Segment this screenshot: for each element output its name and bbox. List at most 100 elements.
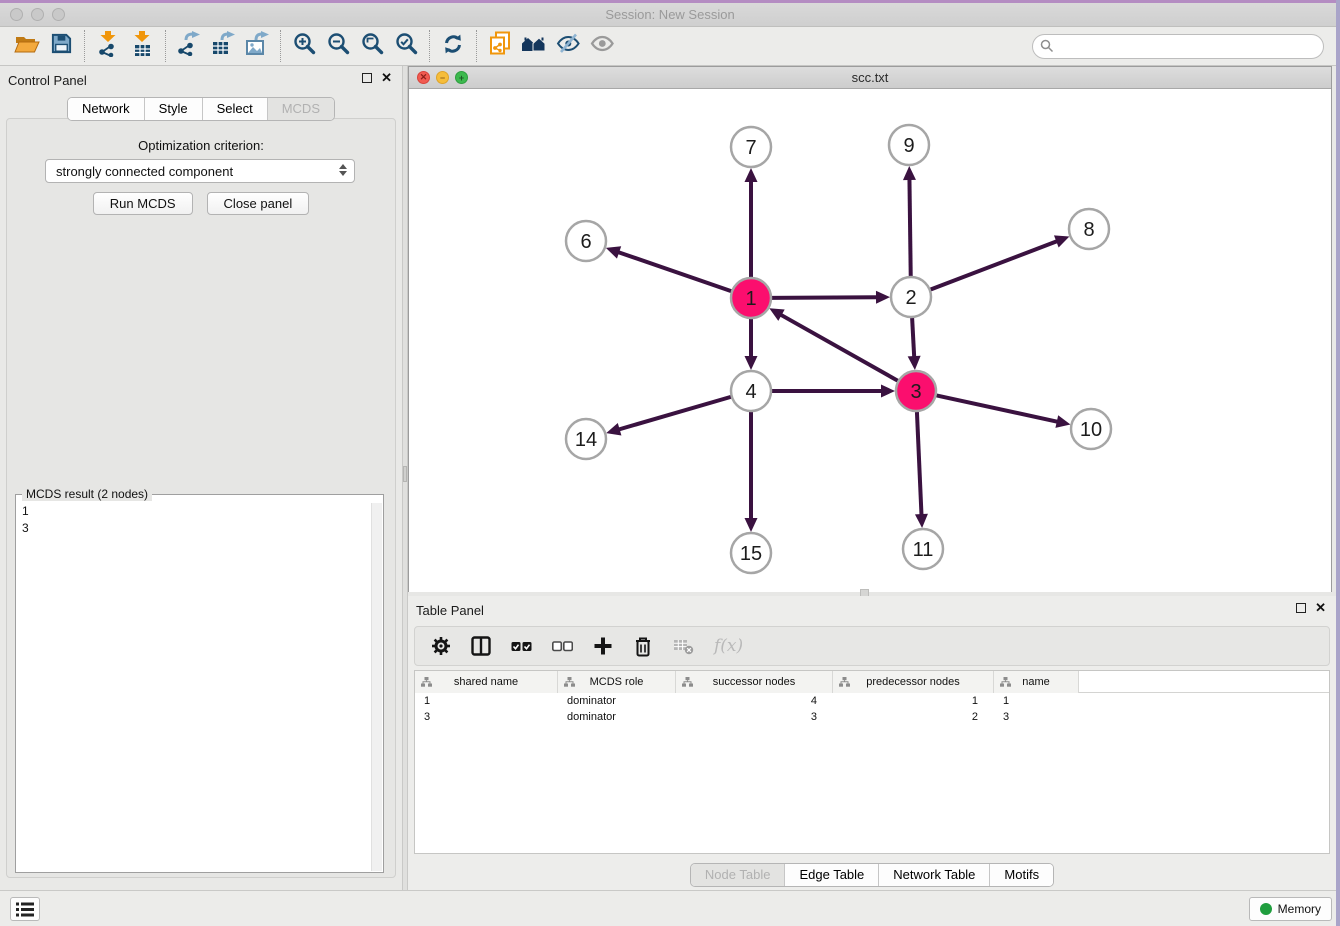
svg-text:6: 6 — [580, 231, 591, 253]
show-all-button[interactable] — [585, 31, 619, 61]
graph-node-1[interactable]: 1 — [731, 278, 771, 318]
add-column-button[interactable] — [593, 636, 613, 656]
mcds-result-value: 1 — [17, 503, 382, 520]
tab-network[interactable]: Network — [68, 98, 144, 120]
plus-icon — [593, 636, 613, 656]
close-panel-button[interactable]: Close panel — [207, 192, 310, 215]
export-table-button[interactable] — [206, 31, 240, 61]
graph-edge-1-6[interactable] — [618, 252, 731, 291]
graph-edge-3-10[interactable] — [937, 395, 1058, 421]
float-panel-icon[interactable] — [362, 73, 372, 83]
graph-node-3[interactable]: 3 — [896, 371, 936, 411]
graph-edge-2-8[interactable] — [931, 241, 1058, 289]
delete-column-button[interactable] — [633, 636, 653, 657]
svg-text:1: 1 — [745, 288, 756, 310]
graph-node-4[interactable]: 4 — [731, 371, 771, 411]
session-title: Session: New Session — [0, 7, 1340, 22]
zoom-out-button[interactable] — [321, 31, 355, 61]
graph-node-6[interactable]: 6 — [566, 221, 606, 261]
tab-network-table[interactable]: Network Table — [878, 864, 989, 886]
graph-node-2[interactable]: 2 — [891, 277, 931, 317]
table-cell[interactable]: 1 — [833, 693, 994, 709]
memory-label: Memory — [1278, 902, 1321, 916]
graph-edge-2-3[interactable] — [912, 318, 914, 357]
tab-motifs[interactable]: Motifs — [989, 864, 1053, 886]
graph-node-10[interactable]: 10 — [1071, 409, 1111, 449]
graph-edge-2-9[interactable] — [909, 179, 910, 276]
float-panel-icon[interactable] — [1296, 603, 1306, 613]
delete-table-button[interactable] — [673, 637, 694, 655]
table-settings-button[interactable] — [431, 636, 451, 656]
graph-edge-4-14[interactable] — [619, 397, 731, 430]
function-builder-button[interactable]: f(x) — [714, 636, 743, 656]
table-row[interactable]: 1dominator411 — [415, 693, 1329, 709]
hide-selected-button[interactable] — [551, 31, 585, 61]
graph-node-8[interactable]: 8 — [1069, 209, 1109, 249]
tab-select[interactable]: Select — [202, 98, 267, 120]
network-window-titlebar[interactable]: ✕ − + scc.txt — [409, 67, 1331, 89]
graph-node-9[interactable]: 9 — [889, 125, 929, 165]
import-network-button[interactable] — [91, 31, 125, 61]
table-cell[interactable]: 1 — [415, 693, 558, 709]
table-cell[interactable]: 3 — [994, 709, 1079, 725]
export-image-button[interactable] — [240, 31, 274, 61]
memory-button[interactable]: Memory — [1249, 897, 1332, 921]
network-window: ✕ − + scc.txt 7 9 6 8 1 2 4 3 14 10 15 11 — [408, 66, 1332, 593]
column-visibility-button[interactable] — [471, 636, 491, 656]
clone-network-button[interactable] — [483, 31, 517, 61]
table-cell[interactable]: dominator — [558, 709, 676, 725]
first-neighbors-button[interactable] — [517, 31, 551, 61]
export-network-button[interactable] — [172, 31, 206, 61]
graph-node-14[interactable]: 14 — [566, 419, 606, 459]
zoom-selected-button[interactable] — [389, 31, 423, 61]
run-mcds-button[interactable]: Run MCDS — [93, 192, 193, 215]
column-header-predecessor-nodes[interactable]: predecessor nodes — [833, 671, 994, 693]
tab-mcds[interactable]: MCDS — [267, 98, 334, 120]
zoom-in-button[interactable] — [287, 31, 321, 61]
search-box — [1032, 34, 1324, 59]
splitter-grip[interactable] — [403, 466, 407, 482]
save-floppy-icon — [50, 32, 73, 60]
table-cell[interactable]: 1 — [994, 693, 1079, 709]
refresh-button[interactable] — [436, 31, 470, 61]
graph-edge-3-1[interactable] — [781, 315, 898, 381]
table-cell[interactable]: 2 — [833, 709, 994, 725]
graph-edge-1-2[interactable] — [772, 297, 877, 298]
table-cell[interactable]: 3 — [676, 709, 833, 725]
tab-style[interactable]: Style — [144, 98, 202, 120]
close-panel-icon[interactable]: ✕ — [381, 73, 392, 83]
graph-node-11[interactable]: 11 — [903, 529, 943, 569]
result-scrollbar[interactable] — [371, 503, 382, 871]
column-header-shared-name[interactable]: shared name — [415, 671, 558, 693]
tab-node-table[interactable]: Node Table — [691, 864, 785, 886]
deselect-all-button[interactable] — [552, 637, 573, 656]
column-header-name[interactable]: name — [994, 671, 1079, 693]
graph-node-7[interactable]: 7 — [731, 127, 771, 167]
close-panel-icon[interactable]: ✕ — [1315, 603, 1326, 613]
save-session-button[interactable] — [44, 31, 78, 61]
import-table-button[interactable] — [125, 31, 159, 61]
table-cell[interactable]: dominator — [558, 693, 676, 709]
table-cell[interactable]: 3 — [415, 709, 558, 725]
graph-edge-3-11[interactable] — [917, 412, 922, 515]
criterion-dropdown[interactable]: strongly connected component — [45, 159, 355, 183]
task-history-button[interactable] — [10, 897, 40, 921]
zoom-in-icon — [293, 32, 316, 60]
table-row[interactable]: 3dominator323 — [415, 709, 1329, 725]
network-graph[interactable]: 7 9 6 8 1 2 4 3 14 10 15 11 — [409, 89, 1331, 592]
zoom-fit-button[interactable] — [355, 31, 389, 61]
column-header-successor-nodes[interactable]: successor nodes — [676, 671, 833, 693]
dropdown-stepper-icon — [339, 164, 347, 176]
list-icon — [16, 902, 34, 917]
table-cell[interactable]: 4 — [676, 693, 833, 709]
select-all-button[interactable] — [511, 637, 532, 656]
window-top-border — [0, 0, 1340, 3]
open-file-button[interactable] — [10, 31, 44, 61]
search-input[interactable] — [1032, 34, 1324, 59]
mcds-result-list: 13 — [17, 503, 382, 871]
status-bar: Memory — [0, 890, 1340, 926]
graph-node-15[interactable]: 15 — [731, 533, 771, 573]
network-canvas[interactable]: 7 9 6 8 1 2 4 3 14 10 15 11 — [409, 89, 1331, 592]
tab-edge-table[interactable]: Edge Table — [784, 864, 878, 886]
column-header-MCDS-role[interactable]: MCDS role — [558, 671, 676, 693]
